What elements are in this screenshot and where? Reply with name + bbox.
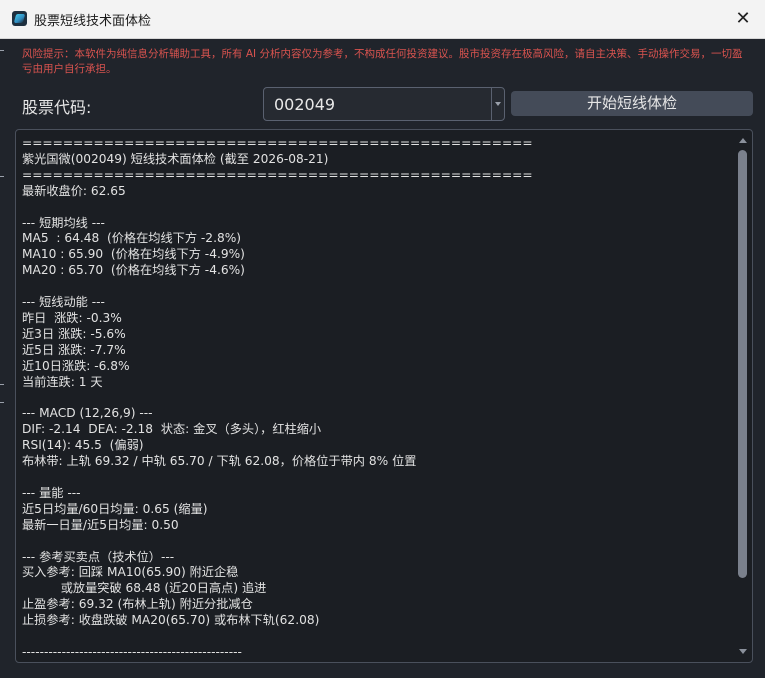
report-textarea[interactable]: ========================================… [15, 129, 753, 663]
report-scrollbar[interactable] [736, 134, 749, 658]
stock-code-combobox[interactable]: 002049 [263, 87, 505, 121]
stock-code-value[interactable]: 002049 [274, 95, 335, 114]
edge-tick [0, 50, 4, 51]
scroll-down-icon[interactable] [739, 649, 747, 654]
edge-tick [0, 402, 4, 403]
window-title: 股票短线技术面体检 [34, 14, 152, 29]
window-edge [0, 44, 6, 414]
chevron-down-icon[interactable] [491, 88, 504, 120]
stock-code-label: 股票代码: [22, 98, 92, 117]
report-text: ========================================… [22, 136, 533, 659]
close-icon[interactable]: ✕ [729, 6, 757, 32]
scroll-up-icon[interactable] [739, 138, 747, 143]
app-logo-icon [12, 11, 27, 26]
main-window: 股票短线技术面体检 ✕ 风险提示：本软件为纯信息分析辅助工具，所有 AI 分析内… [0, 0, 765, 678]
scroll-thumb[interactable] [738, 150, 747, 578]
edge-tick [0, 176, 4, 177]
title-bar: 股票短线技术面体检 ✕ [0, 0, 765, 39]
risk-notice: 风险提示：本软件为纯信息分析辅助工具，所有 AI 分析内容仅为参考，不构成任何投… [22, 48, 743, 75]
start-checkup-button[interactable]: 开始短线体检 [511, 91, 753, 116]
edge-tick [0, 384, 4, 385]
